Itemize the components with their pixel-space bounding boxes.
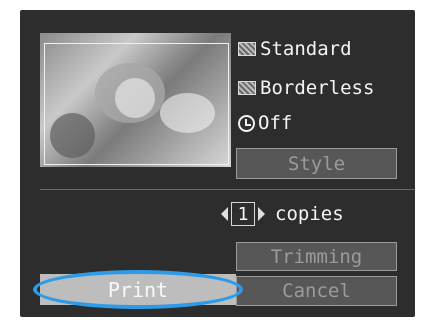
image-preview (40, 33, 231, 167)
date-clock-icon (238, 114, 255, 132)
trimming-button[interactable]: Trimming (236, 242, 397, 271)
cancel-button[interactable]: Cancel (236, 276, 397, 306)
date-option: Off (238, 111, 292, 135)
paper-style-option: Standard (238, 37, 352, 61)
divider (40, 189, 415, 190)
border-icon (238, 81, 256, 95)
increment-arrow-icon[interactable] (258, 207, 265, 221)
copies-selector[interactable]: 1 copies (221, 200, 344, 228)
paper-style-label: Standard (260, 38, 352, 60)
print-button[interactable]: Print (40, 274, 236, 305)
border-option: Borderless (238, 76, 374, 100)
style-button-label: Style (287, 152, 346, 175)
print-button-label: Print (107, 277, 169, 302)
style-button[interactable]: Style (236, 148, 397, 179)
trim-frame (44, 43, 229, 165)
decrement-arrow-icon[interactable] (221, 207, 228, 221)
cancel-button-label: Cancel (282, 280, 351, 302)
copies-count: 1 (231, 202, 255, 226)
copies-label: copies (275, 203, 344, 225)
border-label: Borderless (260, 77, 375, 99)
date-label: Off (258, 112, 293, 134)
trimming-button-label: Trimming (270, 245, 363, 268)
paper-style-icon (238, 42, 256, 56)
